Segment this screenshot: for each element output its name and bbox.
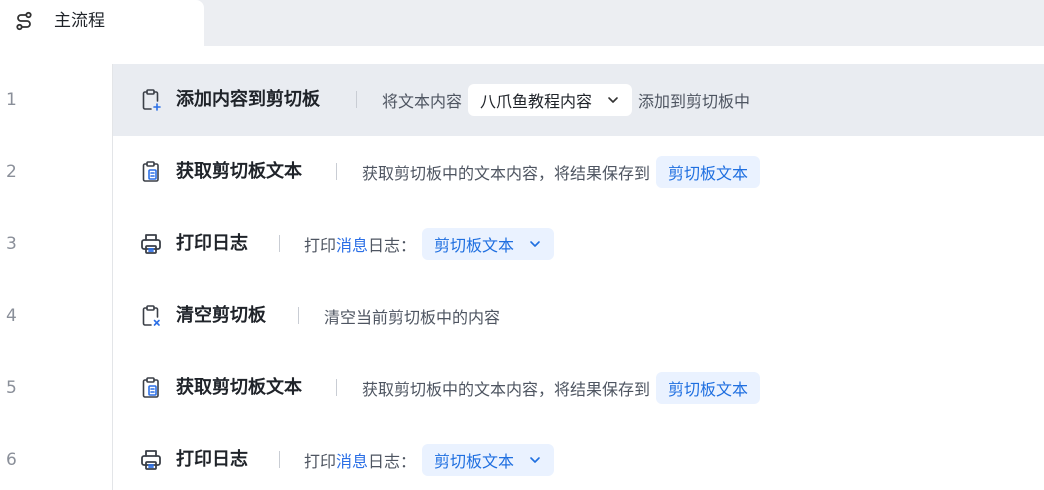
separator: [279, 451, 280, 468]
line-number: 2: [6, 162, 17, 182]
message-link[interactable]: 消息: [336, 448, 368, 472]
step-title: 清空剪切板: [176, 305, 266, 326]
step-title: 添加内容到剪切板: [176, 89, 320, 110]
step-description: 打印 消息 日志： 剪切板文本: [304, 424, 560, 490]
line-number: 4: [6, 306, 17, 326]
printer-icon: [141, 234, 161, 254]
desc-text: 清空当前剪切板中的内容: [324, 308, 501, 327]
clipboard-add-icon: [142, 89, 161, 111]
tab-bar: 主流程: [0, 0, 1044, 46]
desc-text: 打印: [304, 236, 337, 255]
separator: [336, 379, 337, 396]
flow-icon: [16, 11, 32, 31]
step-row-5[interactable]: 5 获取剪切板文本 获取剪切板中的文本内容，将结果保存到 剪切板文本: [0, 352, 1044, 424]
line-number: 6: [6, 450, 17, 470]
step-title: 打印日志: [176, 449, 248, 470]
chip-label: 剪切板文本: [434, 236, 515, 255]
step-description: 获取剪切板中的文本内容，将结果保存到 剪切板文本: [362, 352, 766, 424]
separator: [298, 307, 299, 324]
step-title: 获取剪切板文本: [176, 377, 302, 398]
desc-text: 打印: [304, 452, 337, 471]
message-link[interactable]: 消息: [336, 232, 368, 256]
chip-label: 剪切板文本: [434, 452, 515, 471]
step-row-1[interactable]: 1 添加内容到剪切板 将文本内容 八爪鱼教程内容 添加到剪切板中: [0, 64, 1044, 136]
tab-main-flow[interactable]: 主流程: [0, 0, 204, 46]
tab-title: 主流程: [54, 11, 105, 31]
step-title: 打印日志: [176, 233, 248, 254]
step-row-4[interactable]: 4 清空剪切板 清空当前剪切板中的内容: [0, 280, 1044, 352]
printer-icon: [141, 450, 161, 470]
clipboard-clear-icon: [142, 305, 160, 326]
step-title: 获取剪切板文本: [176, 161, 302, 182]
variable-chip[interactable]: 剪切板文本: [656, 372, 761, 404]
line-number: 3: [6, 234, 17, 254]
line-number: 1: [6, 90, 17, 110]
step-description: 打印 消息 日志： 剪切板文本: [304, 208, 560, 280]
clipboard-text-icon: [142, 377, 159, 398]
variable-chip[interactable]: 剪切板文本: [656, 156, 761, 188]
desc-text: 日志：: [368, 236, 417, 255]
step-description: 获取剪切板中的文本内容，将结果保存到 剪切板文本: [362, 136, 766, 208]
chip-label: 剪切板文本: [668, 164, 749, 183]
separator: [279, 235, 280, 252]
desc-text: 获取剪切板中的文本内容，将结果保存到: [362, 164, 651, 183]
chip-label: 八爪鱼教程内容: [480, 92, 593, 111]
chevron-down-icon: [530, 457, 540, 463]
step-row-2[interactable]: 2 获取剪切板文本 获取剪切板中的文本内容，将结果保存到 剪切板文本: [0, 136, 1044, 208]
text-content-dropdown[interactable]: 八爪鱼教程内容: [468, 84, 633, 116]
step-description: 将文本内容 八爪鱼教程内容 添加到剪切板中: [382, 64, 750, 136]
desc-text: 日志：: [368, 452, 417, 471]
step-row-6[interactable]: 6 打印日志 打印 消息 日志： 剪切板文本: [0, 424, 1044, 490]
chip-label: 剪切板文本: [668, 380, 749, 399]
chevron-down-icon: [608, 97, 618, 103]
step-row-3[interactable]: 3 打印日志 打印 消息 日志： 剪切板文本: [0, 208, 1044, 280]
separator: [356, 91, 357, 108]
desc-text: 获取剪切板中的文本内容，将结果保存到: [362, 380, 651, 399]
chevron-down-icon: [530, 241, 540, 247]
desc-text: 添加到剪切板中: [638, 92, 751, 111]
clipboard-text-icon: [142, 161, 159, 182]
variable-dropdown[interactable]: 剪切板文本: [422, 444, 555, 476]
variable-dropdown[interactable]: 剪切板文本: [422, 228, 555, 260]
desc-text: 将文本内容: [382, 92, 463, 111]
line-number: 5: [6, 378, 17, 398]
step-description: 清空当前剪切板中的内容: [324, 280, 500, 352]
separator: [336, 163, 337, 180]
